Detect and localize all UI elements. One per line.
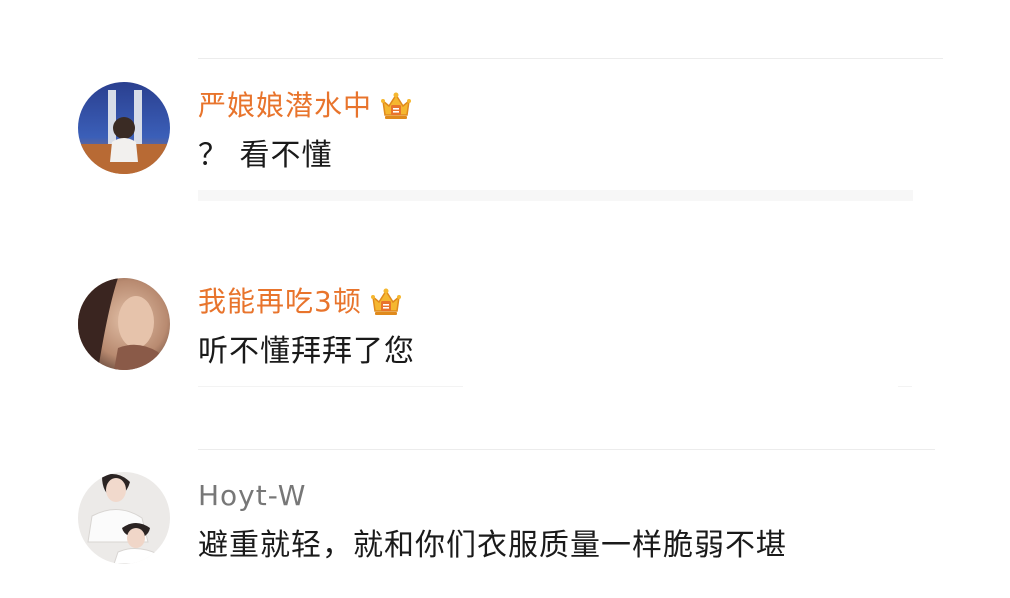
faint-divider — [898, 386, 912, 387]
comment-text: ？ 看不懂 — [198, 138, 333, 173]
top-divider — [198, 58, 943, 59]
avatar[interactable] — [78, 82, 170, 174]
separator-band — [198, 190, 913, 201]
comment-item: 严娘娘潜水中 ？ 看不懂 — [78, 82, 938, 174]
username-row: 严娘娘潜水中 — [198, 86, 412, 126]
username[interactable]: 严娘娘潜水中 — [198, 86, 372, 126]
crown-badge-icon — [370, 287, 402, 317]
comment-item: Hoyt-W 避重就轻，就和你们衣服质量一样脆弱不堪 — [78, 472, 938, 564]
username[interactable]: 我能再吃3顿 — [198, 282, 362, 322]
comment-text: 避重就轻，就和你们衣服质量一样脆弱不堪 — [198, 528, 787, 563]
comment-text: 听不懂拜拜了您 — [198, 334, 415, 369]
crown-badge-icon — [380, 91, 412, 121]
faint-divider — [198, 386, 463, 387]
comment-item: 我能再吃3顿 听不懂拜拜了您 — [78, 278, 938, 370]
username-row: 我能再吃3顿 — [198, 282, 402, 322]
section-divider — [198, 449, 935, 450]
username-row: Hoyt-W — [198, 476, 306, 516]
avatar[interactable] — [78, 472, 170, 564]
avatar[interactable] — [78, 278, 170, 370]
username[interactable]: Hoyt-W — [198, 476, 306, 516]
